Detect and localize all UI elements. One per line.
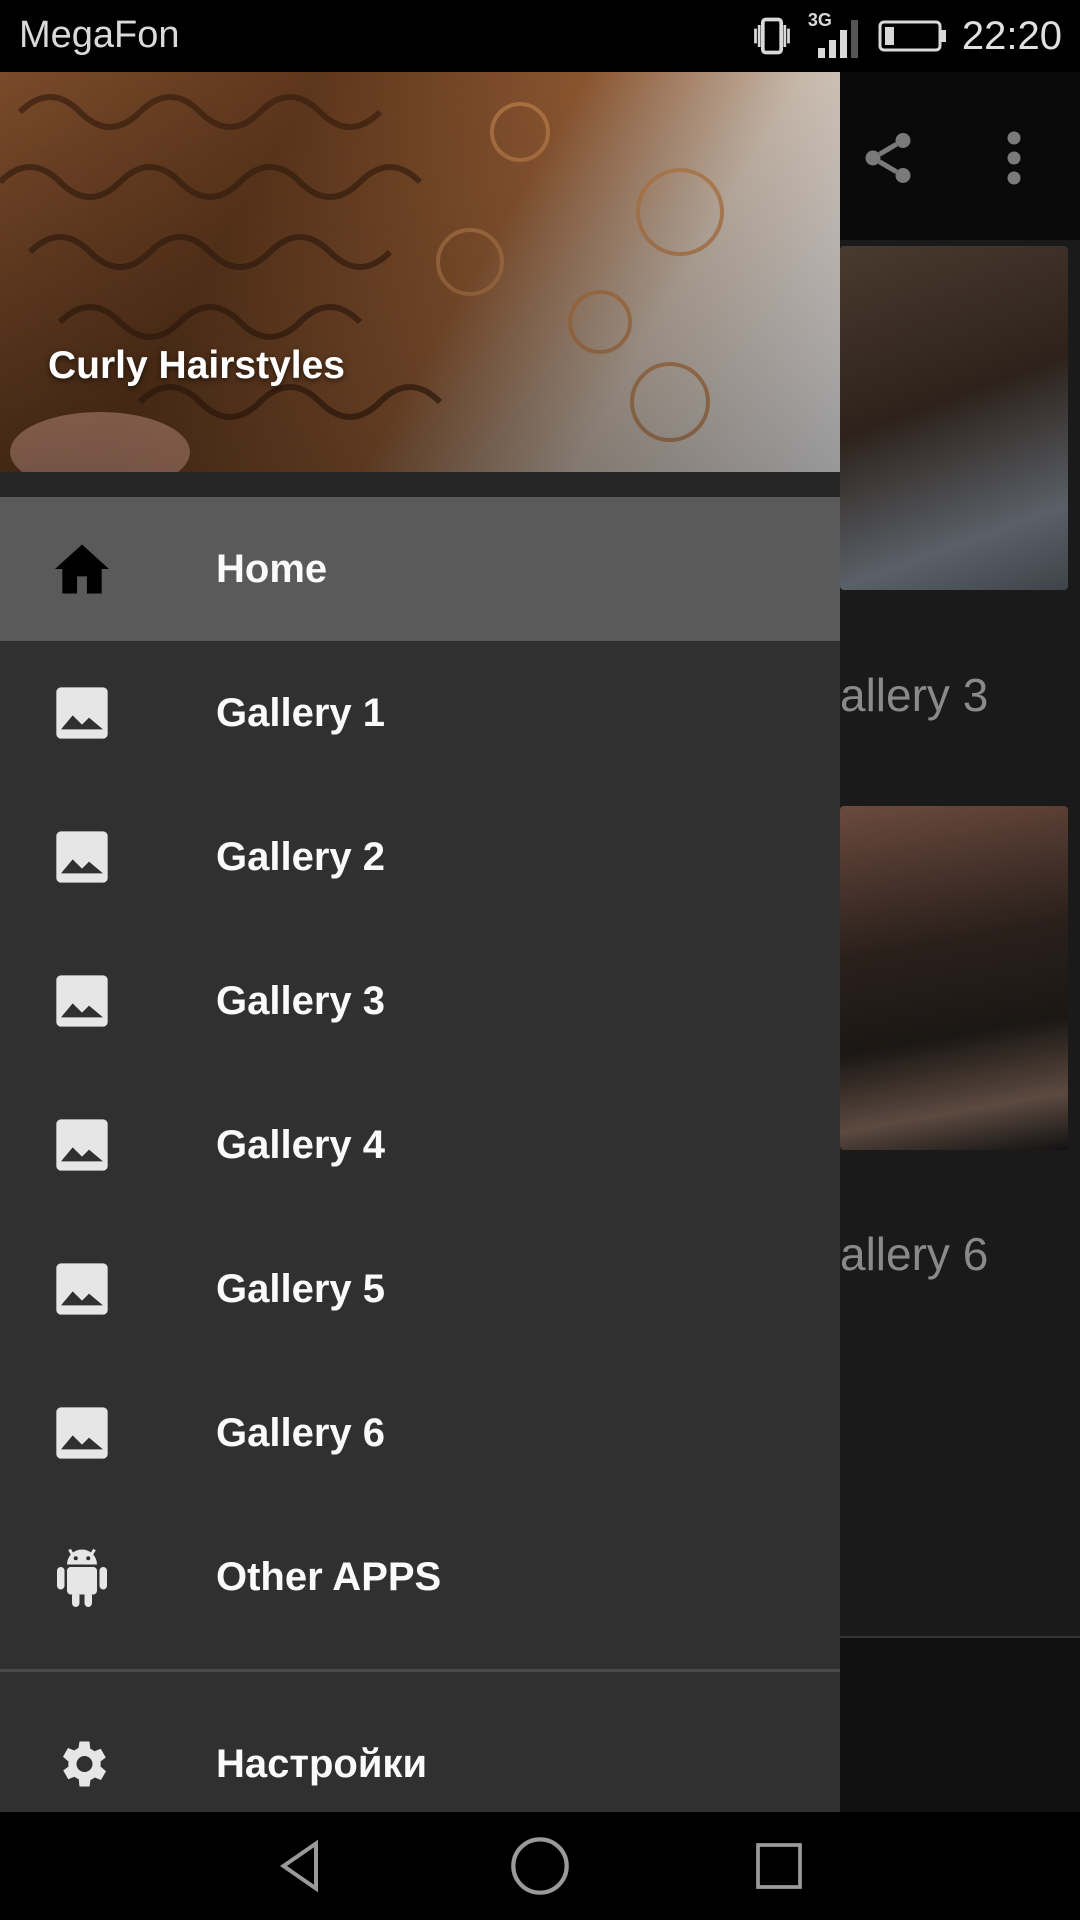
nav-item-label: Gallery 3 bbox=[216, 978, 386, 1023]
nav-item-label: Gallery 4 bbox=[216, 1122, 386, 1167]
nav-item-gallery-3[interactable]: Gallery 3 bbox=[0, 929, 840, 1073]
nav-item-gallery-1[interactable]: Gallery 1 bbox=[0, 641, 840, 785]
image-icon bbox=[52, 1259, 112, 1319]
home-icon bbox=[52, 539, 112, 599]
system-navigation-bar bbox=[0, 1812, 1080, 1920]
nav-item-label: Home bbox=[216, 546, 328, 591]
drawer-divider bbox=[0, 1669, 840, 1672]
android-icon bbox=[52, 1547, 112, 1607]
nav-item-label: Gallery 6 bbox=[216, 1410, 386, 1455]
image-icon bbox=[52, 971, 112, 1031]
image-icon bbox=[52, 1115, 112, 1175]
gallery-3-label: allery 3 bbox=[840, 669, 989, 721]
nav-item-label: Gallery 5 bbox=[216, 1266, 386, 1311]
share-icon[interactable] bbox=[848, 118, 928, 198]
nav-item-label: Other APPS bbox=[216, 1554, 442, 1599]
nav-item-label: Настройки bbox=[216, 1741, 428, 1786]
drawer-header-title: Curly Hairstyles bbox=[48, 344, 345, 387]
image-icon bbox=[52, 1403, 112, 1463]
clock: 22:20 bbox=[961, 13, 1062, 58]
back-icon[interactable] bbox=[265, 1830, 337, 1902]
nav-item-gallery-5[interactable]: Gallery 5 bbox=[0, 1217, 840, 1361]
image-icon bbox=[52, 827, 112, 887]
more-options-icon[interactable] bbox=[974, 118, 1054, 198]
status-icons: 3G 22:20 bbox=[750, 10, 1062, 62]
vibrate-icon bbox=[754, 17, 790, 55]
gallery-3-thumbnail[interactable] bbox=[840, 246, 1068, 590]
status-bar: MegaFon 3G 22:20 bbox=[0, 0, 1080, 72]
nav-item-label: Gallery 2 bbox=[216, 834, 386, 879]
bg-bottom-panel bbox=[840, 1638, 1080, 1812]
navigation-drawer: Curly Hairstyles Home Gallery 1 Gallery … bbox=[0, 72, 840, 1812]
carrier-name: MegaFon bbox=[19, 14, 180, 56]
nav-item-home[interactable]: Home bbox=[0, 497, 840, 641]
battery-icon bbox=[878, 20, 946, 52]
nav-item-settings[interactable]: Настройки bbox=[0, 1692, 840, 1812]
gallery-6-label: allery 6 bbox=[840, 1228, 989, 1280]
nav-item-gallery-6[interactable]: Gallery 6 bbox=[0, 1361, 840, 1505]
recent-apps-icon[interactable] bbox=[743, 1830, 815, 1902]
header-strip bbox=[0, 472, 840, 497]
home-button-icon[interactable] bbox=[504, 1830, 576, 1902]
nav-item-gallery-2[interactable]: Gallery 2 bbox=[0, 785, 840, 929]
nav-item-other-apps[interactable]: Other APPS bbox=[0, 1505, 840, 1649]
gear-icon bbox=[52, 1734, 112, 1794]
nav-item-label: Gallery 1 bbox=[216, 690, 386, 735]
gallery-6-thumbnail[interactable] bbox=[840, 806, 1068, 1150]
image-icon bbox=[52, 683, 112, 743]
signal-icon: 3G bbox=[808, 10, 864, 62]
drawer-header: Curly Hairstyles bbox=[0, 72, 840, 472]
curly-hair-header-image bbox=[0, 72, 840, 472]
nav-item-gallery-4[interactable]: Gallery 4 bbox=[0, 1073, 840, 1217]
